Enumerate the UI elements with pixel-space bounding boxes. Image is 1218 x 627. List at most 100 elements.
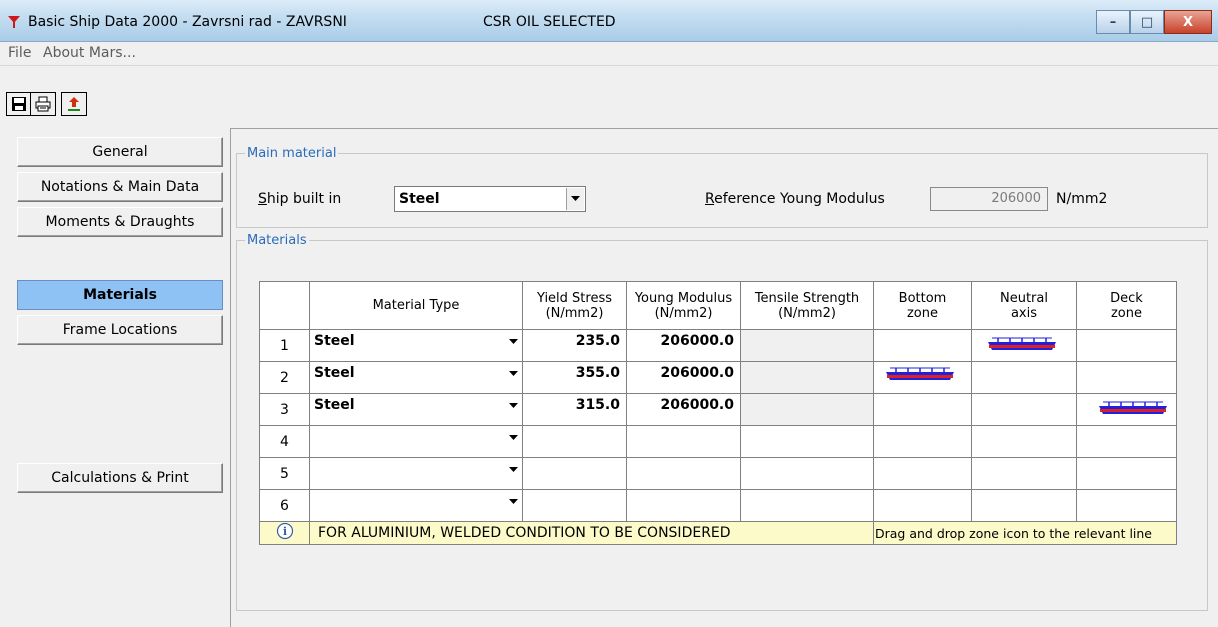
yield-stress-cell[interactable] [522,457,627,490]
nav-notations-main-data[interactable]: Notations & Main Data [17,172,223,202]
row-number: 2 [259,361,310,394]
menu-file[interactable]: File [8,45,31,61]
yield-stress-cell[interactable]: 315.0 [522,393,627,426]
aluminium-note: FOR ALUMINIUM, WELDED CONDITION TO BE CO… [309,521,874,545]
table-row: 3 Steel 315.0 206000.0 [259,393,1177,426]
neutral-axis-cell[interactable] [971,489,1077,522]
bottom-zone-cell[interactable] [873,393,972,426]
tensile-strength-cell [740,425,874,458]
export-icon[interactable] [62,93,86,115]
neutral-axis-cell[interactable] [971,361,1077,394]
chevron-down-icon[interactable] [509,467,518,473]
deck-zone-header: Deck zone [1076,281,1177,330]
table-header-row: Material Type Yield Stress (N/mm2) Young … [259,281,1177,330]
young-modulus-cell[interactable]: 206000.0 [626,361,741,394]
material-type-cell[interactable] [309,425,523,458]
young-modulus-cell[interactable]: 206000.0 [626,329,741,362]
chevron-down-icon[interactable] [566,188,584,210]
neutral-axis-ship-icon[interactable] [986,336,1058,354]
yield-stress-cell[interactable] [522,425,627,458]
info-row: i FOR ALUMINIUM, WELDED CONDITION TO BE … [259,521,1177,545]
material-type-header: Material Type [309,281,523,330]
title-bar: Basic Ship Data 2000 - Zavrsni rad - ZAV… [0,0,1218,42]
bottom-zone-cell[interactable] [873,425,972,458]
nav-materials[interactable]: Materials [17,280,223,310]
tensile-strength-cell [740,393,874,426]
window-controls: – □ X [1096,10,1212,34]
deck-zone-cell[interactable] [1076,393,1177,426]
chevron-down-icon[interactable] [509,339,518,345]
tensile-strength-cell [740,489,874,522]
deck-zone-ship-icon[interactable] [1097,400,1169,418]
neutral-axis-cell[interactable] [971,457,1077,490]
bottom-zone-header: Bottom zone [873,281,972,330]
table-row: 4 [259,425,1177,458]
export-toolbar-group [61,92,87,116]
yield-stress-cell[interactable] [522,489,627,522]
ship-built-in-select[interactable]: Steel [394,186,586,212]
yield-stress-cell[interactable]: 355.0 [522,361,627,394]
material-type-cell[interactable] [309,457,523,490]
menu-about[interactable]: About Mars... [43,45,136,61]
close-button[interactable]: X [1164,10,1212,34]
nav-frame-locations[interactable]: Frame Locations [17,315,223,345]
bottom-zone-cell[interactable] [873,361,972,394]
material-type-cell[interactable] [309,489,523,522]
row-number: 1 [259,329,310,362]
selection-status: CSR OIL SELECTED [483,14,616,30]
print-icon[interactable] [31,93,55,115]
neutral-axis-header: Neutral axis [971,281,1077,330]
deck-zone-cell[interactable] [1076,489,1177,522]
neutral-axis-cell[interactable] [971,393,1077,426]
chevron-down-icon[interactable] [509,371,518,377]
bottom-zone-cell[interactable] [873,457,972,490]
materials-legend: Materials [247,233,307,248]
bottom-zone-cell[interactable] [873,489,972,522]
yield-stress-header: Yield Stress (N/mm2) [522,281,627,330]
deck-zone-cell[interactable] [1076,457,1177,490]
yield-stress-cell[interactable]: 235.0 [522,329,627,362]
material-type-cell[interactable]: Steel [309,329,523,362]
material-type-cell[interactable]: Steel [309,361,523,394]
tensile-strength-cell [740,361,874,394]
deck-zone-cell[interactable] [1076,329,1177,362]
chevron-down-icon[interactable] [509,499,518,505]
svg-text:i: i [282,525,286,538]
table-row: 6 [259,489,1177,522]
chevron-down-icon[interactable] [509,435,518,441]
young-modulus-cell[interactable]: 206000.0 [626,393,741,426]
young-modulus-cell[interactable] [626,457,741,490]
materials-table: Material Type Yield Stress (N/mm2) Young … [259,281,1177,545]
bottom-zone-cell[interactable] [873,329,972,362]
reference-young-modulus-value: 206000 [930,187,1048,211]
tensile-strength-header: Tensile Strength (N/mm2) [740,281,874,330]
nav-calculations-print[interactable]: Calculations & Print [17,463,223,493]
reference-young-modulus-label: Reference Young Modulus [705,191,885,207]
save-icon[interactable] [7,93,31,115]
young-modulus-cell[interactable] [626,425,741,458]
toolbar [0,67,1218,121]
neutral-axis-cell[interactable] [971,329,1077,362]
neutral-axis-cell[interactable] [971,425,1077,458]
nav-moments-draughts[interactable]: Moments & Draughts [17,207,223,237]
deck-zone-cell[interactable] [1076,425,1177,458]
ship-built-in-value: Steel [399,191,440,207]
table-row: 1 Steel 235.0 206000.0 [259,329,1177,362]
app-window: Basic Ship Data 2000 - Zavrsni rad - ZAV… [0,0,1218,627]
nav-general[interactable]: General [17,137,223,167]
minimize-button[interactable]: – [1096,10,1130,34]
chevron-down-icon[interactable] [509,403,518,409]
drag-drop-hint: Drag and drop zone icon to the relevant … [873,521,1177,545]
bottom-zone-ship-icon[interactable] [884,366,956,384]
row-number: 5 [259,457,310,490]
young-modulus-header: Young Modulus (N/mm2) [626,281,741,330]
row-number: 4 [259,425,310,458]
window-title: Basic Ship Data 2000 - Zavrsni rad - ZAV… [28,14,347,30]
maximize-button[interactable]: □ [1130,10,1164,34]
info-icon: i [259,521,310,545]
row-number-header [259,281,310,330]
deck-zone-cell[interactable] [1076,361,1177,394]
table-row: 5 [259,457,1177,490]
material-type-cell[interactable]: Steel [309,393,523,426]
young-modulus-cell[interactable] [626,489,741,522]
